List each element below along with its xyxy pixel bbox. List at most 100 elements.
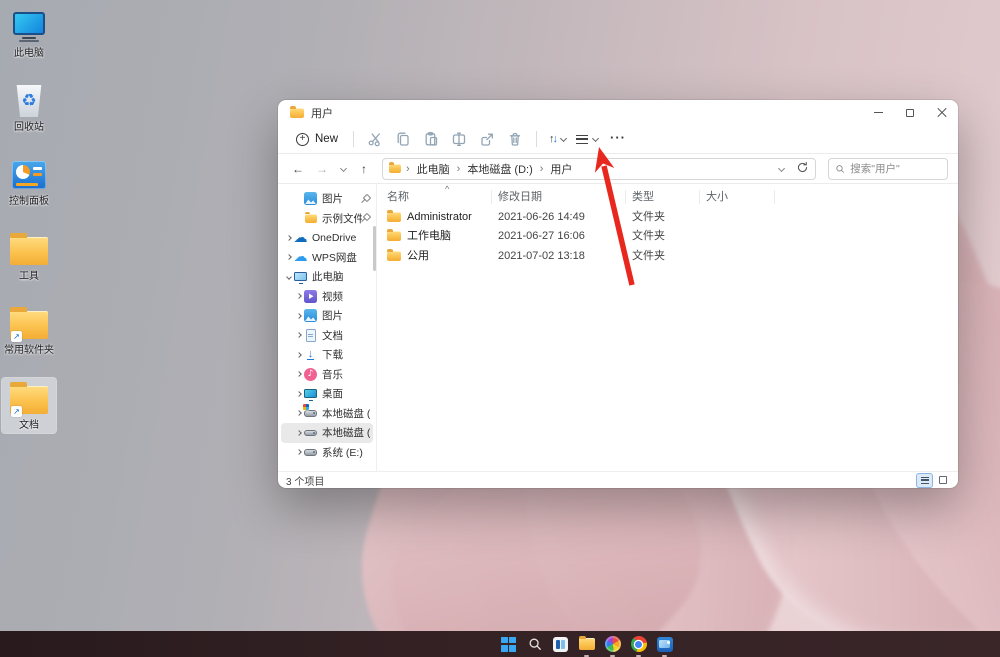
view-toggles <box>917 474 950 487</box>
folder-icon <box>305 214 317 223</box>
column-header-size[interactable]: 大小 <box>699 190 775 204</box>
refresh-button[interactable] <box>796 161 809 177</box>
sidebar-item-this-pc[interactable]: 此电脑 <box>281 267 373 287</box>
address-dropdown-button[interactable] <box>774 166 788 171</box>
paste-button[interactable] <box>417 127 445 151</box>
navigation-pane: 图片 示例文件夹 ☁ OneDrive ☁ WPS网盘 <box>278 184 376 471</box>
chevron-right-icon[interactable] <box>294 392 304 396</box>
sidebar-item-local-disk-d[interactable]: 本地磁盘 (D:) <box>281 423 373 443</box>
taskbar-file-explorer-button[interactable] <box>578 636 595 653</box>
sidebar-item-sample-folder[interactable]: 示例文件夹 <box>281 209 373 229</box>
breadcrumb-chevron: › <box>406 163 410 175</box>
taskbar-search-button[interactable] <box>526 636 543 653</box>
sidebar-item-desktop[interactable]: 桌面 <box>281 384 373 404</box>
chevron-right-icon[interactable] <box>294 353 304 357</box>
maximize-button[interactable] <box>894 100 926 125</box>
toolbar-divider <box>536 131 537 147</box>
desktop-icon-folder-shortcut-selected[interactable]: ↗ 文档 <box>2 378 56 433</box>
minimize-button[interactable] <box>862 100 894 125</box>
breadcrumb-chevron: › <box>457 163 461 175</box>
pictures-icon <box>304 309 317 322</box>
sidebar-item-downloads[interactable]: ↓ 下载 <box>281 345 373 365</box>
chevron-right-icon[interactable] <box>294 294 304 298</box>
sidebar-item-videos[interactable]: 视频 <box>281 287 373 307</box>
desktop-icon-recycle-bin[interactable]: ♻ 回收站 <box>2 80 56 135</box>
chevron-right-icon[interactable] <box>294 372 304 376</box>
sidebar-item-documents[interactable]: 文档 <box>281 326 373 346</box>
column-header-date-modified[interactable]: 修改日期 <box>491 190 625 204</box>
share-icon <box>479 131 495 147</box>
folder-icon <box>387 231 401 241</box>
sidebar-item-onedrive[interactable]: ☁ OneDrive <box>281 228 373 248</box>
chevron-down-icon[interactable] <box>284 275 294 279</box>
chevron-down-icon <box>339 165 346 172</box>
up-button[interactable]: ↑ <box>354 162 374 176</box>
close-button[interactable] <box>926 100 958 125</box>
task-view-icon <box>553 637 568 652</box>
desktop-icon-folder-shortcut[interactable]: ↗ 常用软件夹 <box>2 303 56 358</box>
sidebar-item-system-e[interactable]: 系统 (E:) <box>281 443 373 463</box>
share-button[interactable] <box>473 127 501 151</box>
sidebar-item-wps-cloud[interactable]: ☁ WPS网盘 <box>281 248 373 268</box>
folder-icon <box>387 251 401 261</box>
file-row-public[interactable]: 公用 2021-07-02 13:18 文件夹 <box>377 246 958 266</box>
desktop[interactable]: 此电脑 ♻ 回收站 控制面板 工具 ↗ 常用软件夹 <box>0 0 1000 657</box>
chevron-right-icon[interactable] <box>284 255 294 259</box>
desktop-icon-label: 工具 <box>19 271 39 282</box>
recent-locations-button[interactable] <box>336 166 350 171</box>
sidebar-item-pictures[interactable]: 图片 <box>281 306 373 326</box>
chevron-right-icon[interactable] <box>294 431 304 435</box>
cut-button[interactable] <box>361 127 389 151</box>
command-toolbar: + New ↑↓ <box>278 125 958 154</box>
column-header-type[interactable]: 类型 <box>625 190 699 204</box>
forward-button[interactable]: → <box>312 162 332 176</box>
file-row-work-pc[interactable]: 工作电脑 2021-06-27 16:06 文件夹 <box>377 227 958 247</box>
sort-button[interactable]: ↑↓ <box>544 130 571 148</box>
view-list-icon <box>576 135 588 144</box>
back-button[interactable]: ← <box>288 162 308 176</box>
chevron-down-icon <box>777 165 784 172</box>
task-view-button[interactable] <box>552 636 569 653</box>
shortcut-arrow-icon: ↗ <box>11 406 22 417</box>
chevron-right-icon[interactable] <box>284 236 294 240</box>
sidebar-item-pictures-pinned[interactable]: 图片 <box>281 189 373 209</box>
breadcrumb-local-disk-d[interactable]: 本地磁盘 (D:) <box>465 160 534 178</box>
new-button[interactable]: + New <box>288 130 346 149</box>
title-bar[interactable]: 用户 <box>278 100 958 125</box>
details-view-button[interactable] <box>917 474 932 487</box>
large-icons-view-button[interactable] <box>935 474 950 487</box>
desktop-icon-control-panel[interactable]: 控制面板 <box>2 154 56 209</box>
sort-ascending-icon: ^ <box>445 182 449 196</box>
delete-button[interactable] <box>501 127 529 151</box>
view-button[interactable] <box>571 132 603 147</box>
breadcrumb-users[interactable]: 用户 <box>548 160 574 178</box>
desktop-icon-folder[interactable]: 工具 <box>2 229 56 284</box>
sidebar-item-local-disk-c[interactable]: 本地磁盘 (C:) <box>281 404 373 424</box>
search-icon <box>528 637 542 651</box>
window-folder-icon <box>290 108 304 118</box>
file-row-administrator[interactable]: Administrator 2021-06-26 14:49 文件夹 <box>377 207 958 227</box>
chevron-down-icon <box>560 134 567 141</box>
wps-cloud-icon: ☁ <box>294 251 307 264</box>
rename-button[interactable] <box>445 127 473 151</box>
chevron-right-icon[interactable] <box>294 411 304 415</box>
pin-icon <box>362 195 370 203</box>
see-more-button[interactable]: ··· <box>603 128 633 151</box>
search-box[interactable] <box>828 158 948 180</box>
breadcrumb-this-pc[interactable]: 此电脑 <box>415 160 452 178</box>
column-header-name[interactable]: ^ 名称 <box>377 190 491 204</box>
control-panel-icon <box>9 157 49 193</box>
taskbar-chrome-button[interactable] <box>630 636 647 653</box>
taskbar-media-app-button[interactable] <box>656 636 673 653</box>
chevron-right-icon[interactable] <box>294 450 304 454</box>
window-controls <box>862 100 958 125</box>
breadcrumb[interactable]: › 此电脑 › 本地磁盘 (D:) › 用户 <box>382 158 816 180</box>
chevron-right-icon[interactable] <box>294 333 304 337</box>
copy-button[interactable] <box>389 127 417 151</box>
sidebar-item-music[interactable]: ♪ 音乐 <box>281 365 373 385</box>
search-input[interactable] <box>850 163 941 175</box>
desktop-icon-this-pc[interactable]: 此电脑 <box>2 6 56 61</box>
taskbar-photos-button[interactable] <box>604 636 621 653</box>
start-button[interactable] <box>500 636 517 653</box>
chevron-right-icon[interactable] <box>294 314 304 318</box>
